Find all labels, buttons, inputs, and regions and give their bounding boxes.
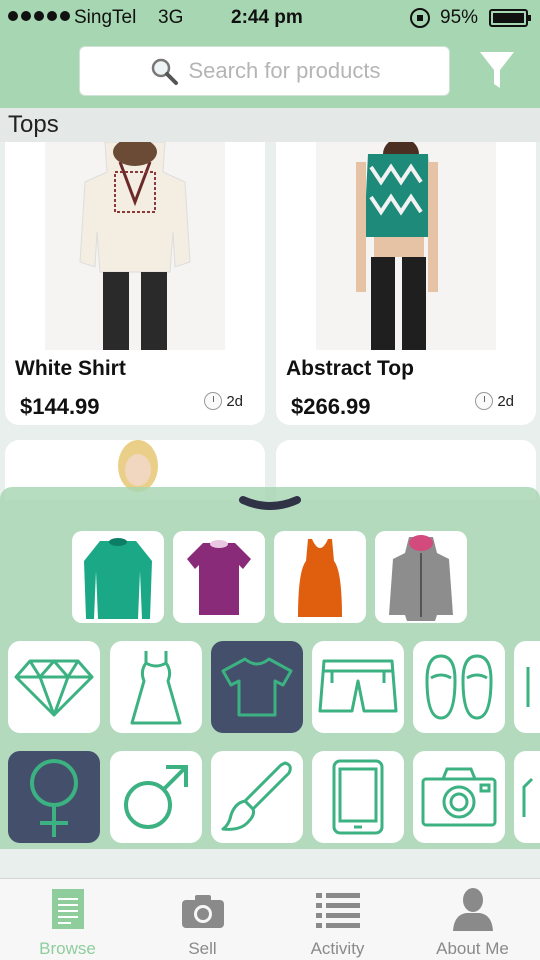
category-tops[interactable] (211, 641, 303, 733)
teal-top-image (84, 538, 152, 619)
tab-sell[interactable]: Sell (135, 879, 270, 960)
product-card[interactable]: Abstract Top $266.99 2d (276, 142, 536, 425)
battery-percentage: 95% (440, 7, 479, 28)
diamond-icon (14, 659, 94, 717)
category-dresses[interactable] (110, 641, 202, 733)
carrier-name: SingTel (74, 7, 137, 28)
tab-label: Sell (188, 939, 217, 958)
tab-label: About Me (436, 939, 509, 958)
category-more[interactable] (514, 641, 540, 733)
category-art[interactable] (211, 751, 303, 843)
product-price: $266.99 (291, 394, 371, 419)
clock-time: 2:44 pm (231, 7, 303, 28)
signal-strength-icon (8, 11, 70, 21)
gender-female[interactable] (8, 751, 100, 843)
listing-age-value: 2d (226, 392, 243, 410)
shoes-icon (425, 654, 493, 720)
funnel-icon[interactable] (478, 50, 516, 92)
tab-label: Browse (39, 939, 96, 958)
list-icon (315, 893, 360, 928)
clock-icon (204, 392, 223, 410)
recent-item-tile[interactable] (72, 531, 164, 623)
tshirt-icon (221, 657, 293, 717)
purple-tee-image (187, 540, 251, 615)
magnifier-icon (151, 58, 178, 85)
category-electronics[interactable] (312, 751, 404, 843)
category-drawer (0, 487, 540, 849)
category-jewellery[interactable] (8, 641, 100, 733)
clock-icon (475, 392, 494, 410)
recent-item-tile[interactable] (173, 531, 265, 623)
chevron-down-icon[interactable] (239, 492, 301, 516)
section-title: Tops (0, 108, 540, 142)
camera-icon (181, 895, 224, 928)
orange-tank-image (298, 539, 342, 617)
product-price: $144.99 (20, 394, 100, 419)
recent-item-tile[interactable] (274, 531, 366, 623)
female-icon (30, 759, 78, 837)
search-input[interactable]: Search for products (79, 46, 450, 96)
listing-age-value: 2d (497, 392, 514, 410)
tab-bar: Browse Sell Activity About Me (0, 878, 540, 960)
product-photo (45, 142, 225, 350)
category-cameras[interactable] (413, 751, 505, 843)
person-icon (452, 888, 493, 931)
listing-age: 2d (475, 392, 514, 410)
battery-icon (489, 9, 531, 27)
partial-category-icon (526, 667, 530, 707)
product-name: White Shirt (15, 357, 126, 380)
category-shorts[interactable] (312, 641, 404, 733)
tablet-icon (332, 759, 384, 835)
listing-age: 2d (204, 392, 243, 410)
grey-coat-image (389, 535, 453, 621)
category-more[interactable] (514, 751, 540, 843)
browse-icon (51, 889, 84, 929)
shorts-icon (318, 659, 398, 713)
product-photo (316, 142, 496, 350)
network-type: 3G (158, 7, 184, 28)
tab-browse[interactable]: Browse (0, 879, 135, 960)
category-shoes[interactable] (413, 641, 505, 733)
app-header: Search for products (0, 36, 540, 108)
rotation-lock-icon (410, 8, 430, 28)
paintbrush-icon (221, 761, 292, 831)
tab-activity[interactable]: Activity (270, 879, 405, 960)
dress-icon (130, 651, 182, 725)
product-name: Abstract Top (286, 357, 414, 380)
status-bar: SingTel 3G 2:44 pm 95% (0, 0, 540, 36)
tab-label: Activity (310, 939, 365, 958)
recent-item-tile[interactable] (375, 531, 467, 623)
partial-category-icon (522, 777, 534, 817)
product-card[interactable]: White Shirt $144.99 2d (5, 142, 265, 425)
camera-icon (421, 767, 497, 827)
tab-about-me[interactable]: About Me (405, 879, 540, 960)
gender-male[interactable] (110, 751, 202, 843)
male-icon (124, 765, 188, 829)
search-placeholder: Search for products (188, 58, 381, 83)
